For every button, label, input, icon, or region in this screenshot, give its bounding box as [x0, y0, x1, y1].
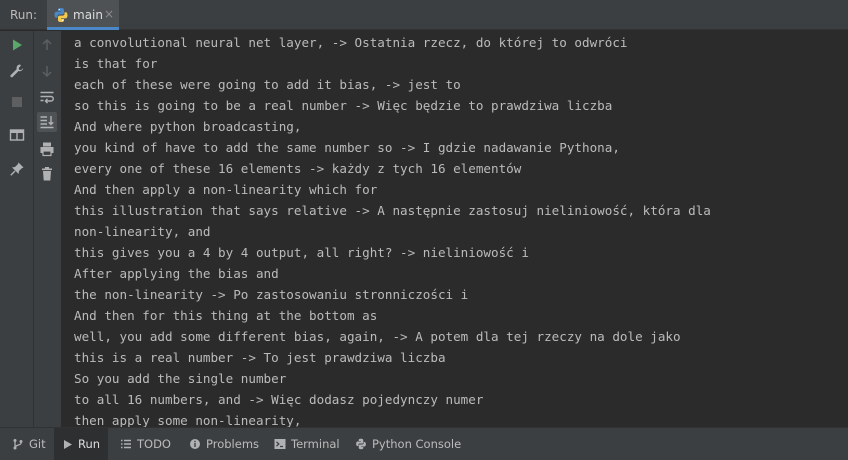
modify-run-config-button[interactable]: [7, 61, 27, 81]
pin-icon: [10, 162, 24, 176]
stop-icon: [12, 97, 22, 107]
console-line: you kind of have to add the same number …: [74, 140, 620, 155]
printer-icon: [40, 142, 54, 157]
console-line: So you add the single number: [74, 371, 287, 386]
todo-list-icon: [121, 439, 131, 449]
tab-git-label: Git: [29, 437, 46, 451]
python-icon: [54, 8, 68, 22]
arrow-up-icon: [42, 38, 52, 50]
rerun-button[interactable]: [7, 35, 27, 55]
run-tab-label: main: [73, 8, 103, 22]
trash-icon: [42, 167, 52, 181]
console-line: well, you add some different bias, again…: [74, 329, 681, 344]
console-line: each of these were going to add it bias,…: [74, 77, 461, 92]
tab-terminal[interactable]: Terminal: [266, 428, 348, 460]
tab-run[interactable]: Run: [54, 428, 109, 460]
console-line: this gives you a 4 by 4 output, all righ…: [74, 245, 529, 260]
run-play-icon: [13, 39, 22, 51]
console-output[interactable]: a convolutional neural net layer, -> Ost…: [62, 31, 848, 427]
tab-problems-label: Problems: [206, 437, 260, 451]
pin-tab-button[interactable]: [7, 159, 27, 179]
tab-python-console-label: Python Console: [372, 437, 462, 451]
soft-wrap-button[interactable]: [37, 87, 57, 107]
console-line: every one of these 16 elements -> każdy …: [74, 161, 522, 176]
console-line: this illustration that says relative -> …: [74, 203, 711, 218]
stop-button[interactable]: [7, 92, 27, 112]
run-label: Run:: [10, 8, 38, 22]
console-line: the non-linearity -> Po zastosowaniu str…: [74, 287, 469, 302]
wrench-icon: [10, 64, 24, 78]
clear-all-button[interactable]: [37, 164, 57, 184]
layout-icon: [9, 129, 25, 141]
run-toolbar-secondary: [34, 31, 62, 427]
console-line: then apply some non-linearity,: [74, 413, 302, 427]
console-line: And then for this thing at the bottom as: [74, 308, 378, 323]
layout-button[interactable]: [7, 125, 27, 145]
run-play-icon: [64, 439, 72, 449]
tab-python-console[interactable]: Python Console: [347, 428, 469, 460]
console-line: this is a real number -> To jest prawdzi…: [74, 350, 446, 365]
scroll-to-end-button[interactable]: [37, 112, 57, 132]
console-line: After applying the bias and: [74, 266, 279, 281]
console-line: to all 16 numbers, and -> Więc dodasz po…: [74, 392, 484, 407]
tab-terminal-label: Terminal: [291, 437, 340, 451]
print-button[interactable]: [37, 139, 57, 159]
next-occurrence-button[interactable]: [37, 61, 57, 81]
tab-git[interactable]: Git: [4, 428, 54, 460]
bottom-toolwindow-bar: Git Run TODO Problems Terminal Python Co…: [0, 427, 848, 460]
close-icon[interactable]: ×: [104, 7, 114, 21]
terminal-icon: [274, 439, 286, 449]
problems-info-icon: [190, 439, 200, 449]
console-line: And where python broadcasting,: [74, 119, 302, 134]
tab-problems[interactable]: Problems: [181, 428, 267, 460]
python-console-icon: [356, 438, 366, 450]
console-line: is that for: [74, 56, 158, 71]
run-tab-main[interactable]: main ×: [47, 0, 119, 30]
soft-wrap-icon: [40, 91, 54, 104]
console-line: non-linearity, and: [74, 224, 211, 239]
tab-run-label: Run: [78, 437, 101, 451]
console-line: And then apply a non-linearity which for: [74, 182, 378, 197]
scroll-to-end-icon: [40, 116, 54, 129]
console-line: so this is going to be a real number -> …: [74, 98, 613, 113]
tab-todo-label: TODO: [137, 437, 171, 451]
run-toolbar-primary: [0, 31, 34, 427]
arrow-down-icon: [42, 66, 52, 78]
console-line: a convolutional neural net layer, -> Ost…: [74, 35, 628, 50]
git-branch-icon: [13, 439, 23, 450]
console-lines: a convolutional neural net layer, -> Ost…: [62, 31, 848, 427]
tab-todo[interactable]: TODO: [112, 428, 179, 460]
run-toolwindow-header: Run: main ×: [0, 0, 848, 30]
previous-occurrence-button[interactable]: [37, 35, 57, 55]
